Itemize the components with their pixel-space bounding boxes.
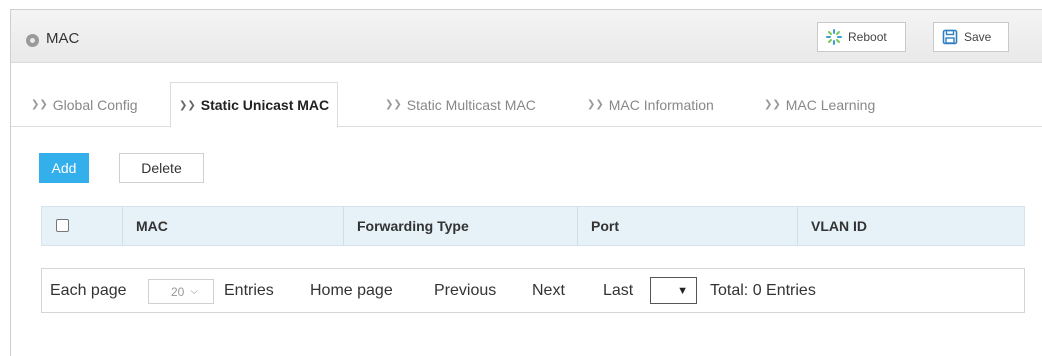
reboot-button[interactable]: Reboot (817, 22, 906, 52)
column-header-forwarding-type[interactable]: Forwarding Type (357, 207, 469, 245)
page-jump-select[interactable]: ▼ (650, 277, 697, 304)
panel-titlebar: MAC Reboot Save (11, 10, 1042, 63)
tab-label: Global Config (52, 96, 138, 113)
column-divider (343, 207, 344, 245)
save-button[interactable]: Save (933, 22, 1009, 52)
reboot-spinner-icon (826, 29, 842, 45)
chevron-down-icon: ⌵ (190, 286, 198, 297)
add-button[interactable]: Add (39, 153, 89, 183)
page-size-value: 20 (171, 284, 185, 299)
floppy-disk-icon (942, 29, 958, 45)
chevron-right-icon: ❯❯ (764, 99, 781, 110)
home-page-link[interactable]: Home page (310, 269, 393, 312)
tab-static-unicast-mac[interactable]: ❯❯ Static Unicast MAC (170, 82, 339, 128)
chevron-right-icon: ❯❯ (587, 99, 604, 110)
entries-label: Entries (224, 281, 274, 299)
column-header-vlan-id[interactable]: VLAN ID (811, 207, 867, 245)
tab-global-config[interactable]: ❯❯ Global Config (23, 82, 146, 127)
tab-mac-information[interactable]: ❯❯ MAC Information (579, 82, 722, 127)
total-entries: Total: 0 Entries (710, 281, 816, 299)
select-all-checkbox[interactable] (56, 219, 69, 232)
tab-label: MAC Learning (785, 96, 876, 113)
chevron-right-icon: ❯❯ (385, 99, 402, 110)
column-header-mac[interactable]: MAC (136, 207, 168, 245)
pagination-bar: Each page 20 ⌵ Entries Home page Previou… (41, 268, 1025, 313)
mac-panel: MAC Reboot Save ❯❯ Global Config ❯❯ Stat… (10, 9, 1042, 356)
table-header: MAC Forwarding Type Port VLAN ID (41, 206, 1025, 246)
column-divider (577, 207, 578, 245)
chevron-right-icon: ❯❯ (179, 99, 196, 111)
tab-label: Static Unicast MAC (200, 97, 330, 113)
tab-static-multicast-mac[interactable]: ❯❯ Static Multicast MAC (377, 82, 544, 127)
column-header-port[interactable]: Port (591, 207, 619, 245)
column-divider (797, 207, 798, 245)
tab-mac-learning[interactable]: ❯❯ MAC Learning (756, 82, 883, 127)
reboot-label: Reboot (848, 30, 887, 44)
next-link[interactable]: Next (532, 269, 565, 312)
page-size-select[interactable]: 20 ⌵ (148, 279, 214, 304)
column-divider (122, 207, 123, 245)
last-link[interactable]: Last (603, 269, 633, 312)
tab-label: MAC Information (608, 96, 714, 113)
chevron-down-icon: ▼ (677, 284, 688, 297)
chevron-right-icon: ❯❯ (31, 99, 48, 110)
delete-button[interactable]: Delete (119, 153, 204, 183)
tab-label: Static Multicast MAC (406, 96, 536, 113)
tab-bar: ❯❯ Global Config ❯❯ Static Unicast MAC ❯… (11, 82, 1042, 128)
previous-link[interactable]: Previous (434, 269, 496, 312)
save-label: Save (964, 30, 992, 44)
each-page-label: Each page (50, 281, 127, 299)
panel-title: MAC (46, 30, 80, 47)
settings-circle-icon (26, 34, 39, 47)
